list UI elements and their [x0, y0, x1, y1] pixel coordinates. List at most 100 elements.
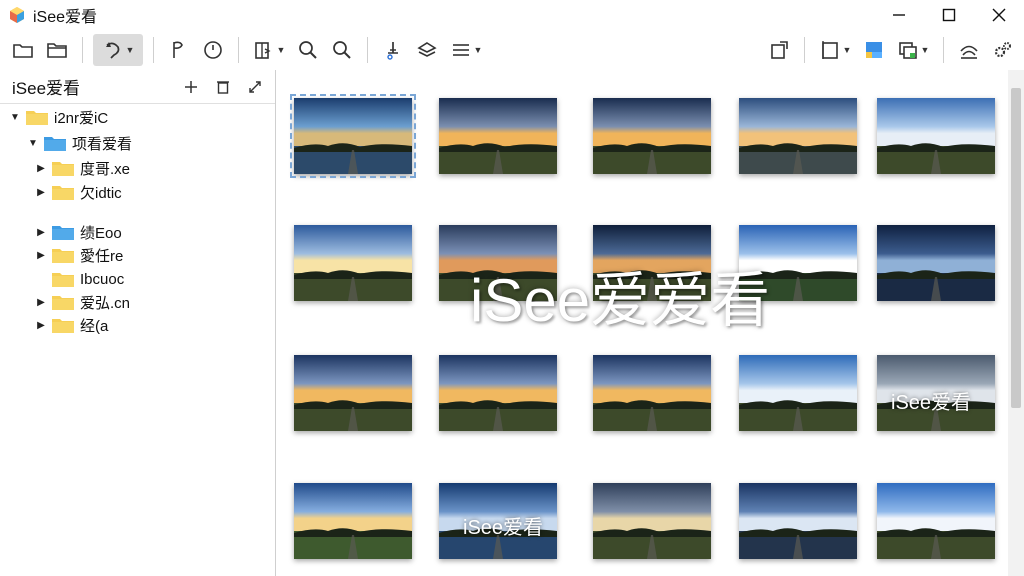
tree-item-label: 经(a: [80, 317, 109, 335]
chevron-down-icon: ▼: [276, 45, 286, 55]
tree-item-label: 欠idtic: [80, 184, 122, 202]
zoom-in-icon: [299, 41, 317, 59]
tree-item[interactable]: ▼ 项看爱看: [26, 132, 132, 154]
flag-button[interactable]: [164, 34, 194, 66]
folder-icon: [47, 43, 67, 58]
tree-item[interactable]: ▶ 度哥.xe: [34, 157, 130, 179]
toolbar-separator: [943, 37, 944, 63]
history-button[interactable]: [198, 34, 228, 66]
folder-icon: [26, 111, 48, 125]
tree-item-label: 项看爱看: [72, 135, 133, 153]
thumbnail-image[interactable]: [294, 355, 412, 431]
chevron-down-icon: ▼: [842, 45, 852, 55]
clock-icon: [204, 41, 222, 59]
toolbar-separator: [238, 37, 239, 63]
screenshot-button[interactable]: ▼: [893, 34, 933, 66]
chevron-down-icon: ▼: [125, 45, 135, 55]
thumbnail-image[interactable]: [877, 483, 995, 559]
maximize-icon: [942, 8, 956, 22]
add-folder-button[interactable]: [175, 72, 207, 102]
tree-item-label: i2nr爱iC: [54, 109, 109, 127]
zoom-out-icon: [333, 41, 351, 59]
open-folder-button[interactable]: [8, 34, 38, 66]
folder-icon: [52, 162, 74, 176]
folder-panel: iSee爱看 ▼ i2nr爱iC ▼ 项看爱看 ▶ 度哥.xe ▶ 欠idtic…: [0, 70, 276, 576]
thumbnail-image[interactable]: [439, 98, 557, 174]
tree-item-label: 爱弘.cn: [80, 294, 131, 312]
tree-item[interactable]: ▼ i2nr爱iC: [8, 106, 108, 128]
collapse-arrow-icon[interactable]: ▶: [34, 187, 48, 198]
wifi-arc-icon: [960, 45, 978, 59]
thumbnail-image[interactable]: [294, 225, 412, 301]
thumbnail-image[interactable]: [877, 98, 995, 174]
folder-panel-header: iSee爱看: [0, 70, 275, 104]
thumbnail-image[interactable]: [877, 225, 995, 301]
plus-icon: [185, 80, 197, 93]
tree-item[interactable]: Ibcuoc: [34, 268, 124, 290]
thumbnail-image[interactable]: [593, 98, 711, 174]
stamp-button[interactable]: [378, 34, 408, 66]
minimize-button[interactable]: [874, 0, 924, 30]
tree-item-label: Ibcuoc: [80, 270, 125, 288]
collapse-arrow-icon[interactable]: ▶: [34, 297, 48, 308]
collapse-arrow-icon[interactable]: ▶: [34, 227, 48, 238]
tree-item[interactable]: ▶ 绩Eoo: [34, 221, 122, 243]
export-button[interactable]: ▼: [249, 34, 289, 66]
thumbnail-image[interactable]: [439, 355, 557, 431]
expand-arrow-icon[interactable]: ▼: [8, 112, 22, 123]
export-icon: [254, 42, 271, 59]
window-title: iSee爱看: [33, 9, 98, 26]
color-palette-icon: [866, 42, 882, 58]
layers-icon: [417, 42, 437, 57]
screenshot-icon: [898, 42, 917, 59]
vertical-scrollbar[interactable]: [1008, 70, 1024, 576]
collapse-arrow-icon[interactable]: ▶: [34, 163, 48, 174]
window-controls: [874, 0, 1024, 30]
folder-icon: [52, 296, 74, 310]
thumbnail-image[interactable]: [739, 355, 857, 431]
thumbnail-image[interactable]: [593, 355, 711, 431]
collapse-arrow-icon[interactable]: ▶: [34, 250, 48, 261]
folder-button[interactable]: [42, 34, 72, 66]
tree-item-label: 绩Eoo: [80, 224, 122, 242]
folder-icon: [52, 226, 74, 240]
share-icon: [771, 41, 788, 59]
thumbnail-image[interactable]: [294, 483, 412, 559]
tree-item-label: 度哥.xe: [80, 160, 131, 178]
thumbnail-image[interactable]: [739, 483, 857, 559]
maximize-button[interactable]: [924, 0, 974, 30]
layers-button[interactable]: [412, 34, 442, 66]
zoom-in-button[interactable]: [293, 34, 323, 66]
zoom-out-button[interactable]: [327, 34, 357, 66]
thumbnail-image[interactable]: [290, 94, 416, 178]
collapse-arrow-icon[interactable]: ▶: [34, 320, 48, 331]
folder-icon: [52, 273, 74, 287]
delete-folder-button[interactable]: [207, 72, 239, 102]
settings-button[interactable]: [988, 34, 1018, 66]
thumbnail-image[interactable]: [739, 98, 857, 174]
tree-item[interactable]: ▶ 欠idtic: [34, 181, 122, 203]
rotate-tool-button[interactable]: ▼: [93, 34, 143, 66]
close-button[interactable]: [974, 0, 1024, 30]
list-menu-button[interactable]: ▼: [446, 34, 486, 66]
tree-item[interactable]: ▶ 爱弘.cn: [34, 291, 130, 313]
watermark-text: iSee爱爱看: [470, 267, 771, 334]
share-button[interactable]: [764, 34, 794, 66]
thumbnail-image[interactable]: [593, 483, 711, 559]
close-icon: [992, 8, 1006, 22]
folder-icon: [52, 186, 74, 200]
flag-icon: [173, 41, 183, 58]
tree-item[interactable]: ▶ 愛任re: [34, 244, 123, 266]
tree-item[interactable]: ▶ 经(a: [34, 314, 108, 336]
tree-item-label: 愛任re: [80, 247, 124, 265]
list-menu-icon: [452, 44, 469, 56]
expand-arrow-icon[interactable]: ▼: [26, 138, 40, 149]
crop-frame-button[interactable]: ▼: [815, 34, 855, 66]
color-palette-button[interactable]: [859, 34, 889, 66]
folder-icon: [52, 249, 74, 263]
collapse-panel-button[interactable]: [239, 72, 271, 102]
watermark-text: iSee爱看: [463, 517, 544, 539]
toolbar-separator: [153, 37, 154, 63]
scrollbar-thumb[interactable]: [1011, 88, 1021, 408]
connect-button[interactable]: [954, 34, 984, 66]
